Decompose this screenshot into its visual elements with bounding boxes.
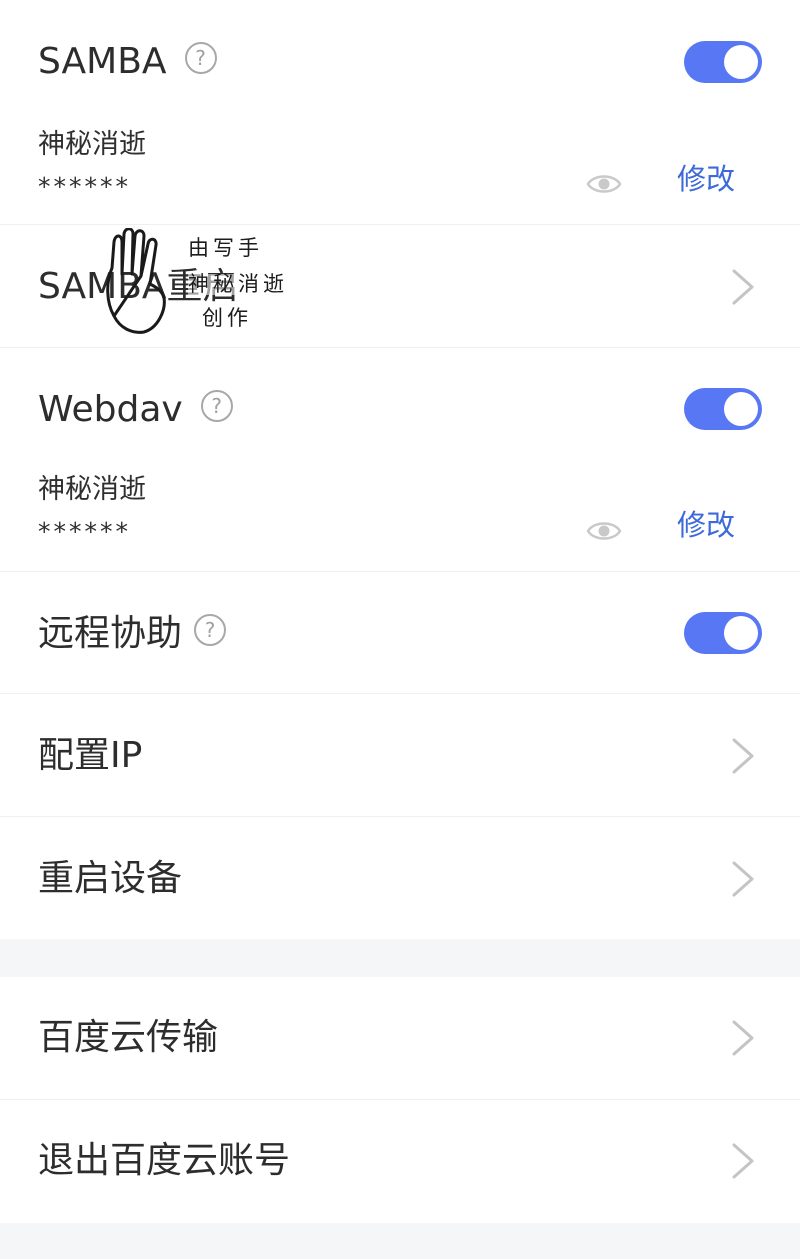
webdav-section: Webdav? 神秘消逝 ****** 修改 bbox=[0, 348, 800, 572]
toggle-knob bbox=[724, 45, 758, 79]
samba-title-wrap: SAMBA? bbox=[38, 41, 217, 82]
samba-password: ****** bbox=[38, 172, 131, 201]
help-icon[interactable]: ? bbox=[200, 390, 233, 422]
configure-ip-row[interactable]: 配置IP bbox=[0, 694, 800, 817]
watermark-line-1: 由写手 bbox=[188, 236, 263, 260]
section-gap bbox=[0, 939, 800, 977]
baidu-logout-title: 退出百度云账号 bbox=[38, 1140, 291, 1181]
eye-icon[interactable] bbox=[586, 171, 622, 197]
reboot-device-row[interactable]: 重启设备 bbox=[0, 817, 800, 939]
webdav-toggle[interactable] bbox=[684, 388, 762, 430]
help-icon[interactable]: ? bbox=[194, 614, 227, 646]
baidu-logout-row[interactable]: 退出百度云账号 bbox=[0, 1100, 800, 1223]
watermark-line-3: 创作 bbox=[202, 306, 252, 330]
samba-title: SAMBA bbox=[38, 41, 167, 82]
webdav-username: 神秘消逝 bbox=[38, 474, 146, 505]
settings-page: SAMBA? 神秘消逝 ****** 修改 SAMBA重启 Webdav? 神秘… bbox=[0, 0, 800, 1259]
settings-card-baidu: 百度云传输 退出百度云账号 bbox=[0, 977, 800, 1223]
reboot-device-title: 重启设备 bbox=[38, 858, 183, 899]
settings-card-primary: SAMBA? 神秘消逝 ****** 修改 SAMBA重启 Webdav? 神秘… bbox=[0, 0, 800, 939]
eye-icon[interactable] bbox=[586, 518, 622, 544]
samba-username: 神秘消逝 bbox=[38, 129, 146, 160]
chevron-right-icon bbox=[732, 861, 754, 897]
chevron-right-icon bbox=[732, 1143, 754, 1179]
chevron-right-icon bbox=[732, 1020, 754, 1056]
configure-ip-title: 配置IP bbox=[38, 735, 143, 776]
toggle-knob bbox=[724, 392, 758, 426]
samba-toggle[interactable] bbox=[684, 41, 762, 83]
remote-assist-row: 远程协助? bbox=[0, 572, 800, 694]
watermark: 由写手 神秘消逝 创作 bbox=[100, 228, 290, 338]
chevron-right-icon bbox=[732, 269, 754, 305]
remote-assist-toggle[interactable] bbox=[684, 612, 762, 654]
baidu-transfer-title: 百度云传输 bbox=[38, 1017, 219, 1058]
hand-icon bbox=[106, 228, 166, 334]
baidu-transfer-row[interactable]: 百度云传输 bbox=[0, 977, 800, 1100]
samba-modify-button[interactable]: 修改 bbox=[677, 165, 735, 194]
toggle-knob bbox=[724, 616, 758, 650]
webdav-title-wrap: Webdav? bbox=[38, 389, 233, 430]
watermark-line-2: 神秘消逝 bbox=[188, 272, 288, 296]
webdav-modify-button[interactable]: 修改 bbox=[677, 511, 735, 540]
remote-assist-title-wrap: 远程协助? bbox=[38, 613, 227, 654]
help-icon[interactable]: ? bbox=[184, 42, 217, 74]
samba-section: SAMBA? 神秘消逝 ****** 修改 bbox=[0, 0, 800, 225]
webdav-password: ****** bbox=[38, 517, 131, 546]
webdav-title: Webdav bbox=[38, 389, 183, 430]
chevron-right-icon bbox=[732, 738, 754, 774]
remote-assist-title: 远程协助 bbox=[38, 613, 183, 654]
